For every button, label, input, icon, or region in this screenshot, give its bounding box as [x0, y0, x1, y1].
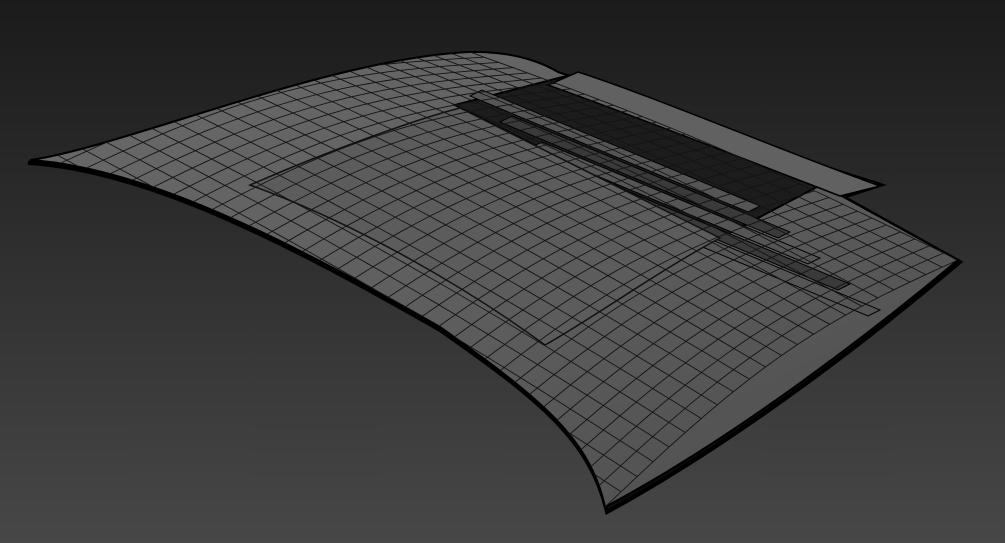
3d-viewport[interactable] [0, 0, 1005, 543]
wireframe-roof-model[interactable] [0, 0, 1005, 543]
